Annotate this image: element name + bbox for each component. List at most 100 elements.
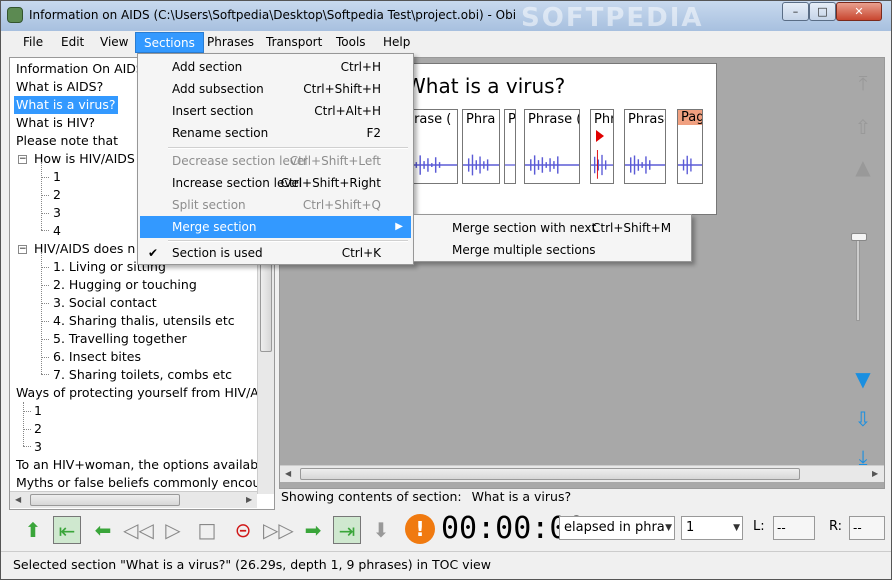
previous-section-icon[interactable]: ⬆ xyxy=(19,516,47,544)
menu-item-section-is-used[interactable]: ✔ Section is used Ctrl+K xyxy=(140,242,411,264)
toc-item[interactable]: 1 xyxy=(51,168,63,186)
toc-item[interactable]: Please note that xyxy=(14,132,120,150)
time-mode-select[interactable]: elapsed in phra ▼ xyxy=(559,516,675,540)
next-page-icon[interactable]: ➡ xyxy=(299,516,327,544)
toc-item[interactable]: Ways of protecting yourself from HIV/AID… xyxy=(14,384,274,402)
scroll-left-icon[interactable]: ◀ xyxy=(285,469,291,478)
toc-item[interactable]: What is AIDS? xyxy=(14,78,105,96)
toc-item[interactable]: 7. Sharing toilets, combs etc xyxy=(51,366,234,384)
page-phrase-block[interactable]: Pag xyxy=(677,109,703,184)
toc-item[interactable]: 2 xyxy=(32,420,44,438)
toc-item[interactable]: What is HIV? xyxy=(14,114,97,132)
toc-item-selected[interactable]: What is a virus? xyxy=(14,96,118,114)
window-title: Information on AIDS (C:\Users\Softpedia\… xyxy=(29,8,517,22)
toc-item[interactable]: 2 xyxy=(51,186,63,204)
scrollbar-thumb[interactable] xyxy=(300,468,800,480)
close-button[interactable]: ✕ xyxy=(836,2,882,21)
menu-item-rename-section[interactable]: Rename section F2 xyxy=(140,122,411,144)
strip-title[interactable]: What is a virus? xyxy=(406,74,565,98)
menu-item-merge-multiple[interactable]: Merge multiple sections xyxy=(416,239,689,261)
menu-item-increase-level[interactable]: Increase section level Ctrl+Shift+Right xyxy=(140,172,411,194)
l-field[interactable]: -- xyxy=(773,516,815,540)
menu-item-shortcut: Ctrl+Shift+Right xyxy=(280,176,381,190)
time-mode-value: elapsed in phra xyxy=(564,520,665,535)
maximize-button[interactable]: □ xyxy=(809,2,836,21)
menu-item-merge-section[interactable]: Merge section ▶ xyxy=(140,216,411,238)
minimize-button[interactable]: – xyxy=(782,2,809,21)
section-strip[interactable]: What is a virus? Phrase ( Phra P Phrase … xyxy=(389,63,717,215)
next-phrase-icon[interactable]: ⇥ xyxy=(333,516,361,544)
menu-item-shortcut: Ctrl+Alt+H xyxy=(314,104,381,118)
toc-item[interactable]: 6. Insect bites xyxy=(51,348,143,366)
toc-item[interactable]: Myths or false beliefs commonly encount xyxy=(14,474,274,492)
toc-item[interactable]: 5. Travelling together xyxy=(51,330,189,348)
menu-edit[interactable]: Edit xyxy=(53,32,92,53)
menu-view[interactable]: View xyxy=(92,32,136,53)
scrollbar-thumb[interactable] xyxy=(30,494,180,506)
toc-item[interactable]: 1 xyxy=(32,402,44,420)
menu-file[interactable]: File xyxy=(15,32,51,53)
arrow-down-icon[interactable]: ⇩ xyxy=(849,407,877,437)
zoom-in-icon[interactable]: ▲ xyxy=(849,155,877,185)
arrow-up-icon[interactable]: ⇧ xyxy=(849,115,877,145)
phrase-block[interactable]: P xyxy=(504,109,516,184)
toc-horizontal-scrollbar[interactable]: ◀ ▶ xyxy=(10,491,257,508)
step-select[interactable]: 1 ▼ xyxy=(681,516,743,540)
next-section-icon[interactable]: ⬇ xyxy=(367,516,395,544)
collapse-icon[interactable]: − xyxy=(18,155,27,164)
menu-help[interactable]: Help xyxy=(375,32,418,53)
record-icon[interactable]: ⊝ xyxy=(229,516,257,544)
go-to-top-icon[interactable]: ⤒ xyxy=(849,71,877,101)
rewind-icon[interactable]: ◁◁ xyxy=(123,516,154,544)
waveform-icon xyxy=(463,154,499,176)
content-horizontal-scrollbar[interactable]: ◀ ▶ xyxy=(280,465,884,482)
scroll-right-icon[interactable]: ▶ xyxy=(246,495,252,504)
menu-item-shortcut: Ctrl+K xyxy=(341,246,381,260)
toc-item[interactable]: Information On AIDS xyxy=(14,60,146,78)
menu-phrases[interactable]: Phrases xyxy=(199,32,262,53)
collapse-icon[interactable]: − xyxy=(18,245,27,254)
menu-sections[interactable]: Sections xyxy=(135,32,204,53)
menu-transport[interactable]: Transport xyxy=(258,32,330,53)
phrase-block[interactable]: Phra xyxy=(462,109,500,184)
zoom-slider-thumb[interactable] xyxy=(851,233,867,241)
menu-item-insert-section[interactable]: Insert section Ctrl+Alt+H xyxy=(140,100,411,122)
toc-item[interactable]: To an HIV+woman, the options available xyxy=(14,456,271,474)
menu-item-decrease-level[interactable]: Decrease section level Ctrl+Shift+Left xyxy=(140,150,411,172)
toc-item[interactable]: How is HIV/AIDS xyxy=(32,150,137,168)
scroll-right-icon[interactable]: ▶ xyxy=(872,469,878,478)
menu-item-shortcut: Ctrl+Shift+Q xyxy=(302,198,381,212)
submenu-arrow-icon: ▶ xyxy=(395,221,403,232)
previous-page-icon[interactable]: ⬅ xyxy=(89,516,117,544)
fast-forward-icon[interactable]: ▷▷ xyxy=(263,516,294,544)
phrase-block[interactable]: Phr xyxy=(590,109,614,184)
toc-item[interactable]: 4. Sharing thalis, utensils etc xyxy=(51,312,237,330)
r-field[interactable]: -- xyxy=(849,516,885,540)
scroll-left-icon[interactable]: ◀ xyxy=(15,495,21,504)
menu-item-split-section[interactable]: Split section Ctrl+Shift+Q xyxy=(140,194,411,216)
menu-item-shortcut: Ctrl+Shift+Left xyxy=(289,154,381,168)
zoom-out-icon[interactable]: ▼ xyxy=(849,367,877,397)
toc-item[interactable]: 3 xyxy=(51,204,63,222)
menu-tools[interactable]: Tools xyxy=(328,32,374,53)
phrase-block[interactable]: Phrase xyxy=(624,109,666,184)
alert-icon[interactable]: ! xyxy=(405,514,435,544)
toc-item[interactable]: 4 xyxy=(51,222,63,240)
phrase-block[interactable]: Phrase ( xyxy=(524,109,580,184)
toc-item[interactable]: 3 xyxy=(32,438,44,456)
menu-bar: File Edit View Sections Phrases Transpor… xyxy=(9,32,885,53)
stop-icon[interactable]: □ xyxy=(193,516,221,544)
menu-item-merge-with-next[interactable]: Merge section with next Ctrl+Shift+M xyxy=(416,217,689,239)
menu-item-add-section[interactable]: Add section Ctrl+H xyxy=(140,56,411,78)
menu-item-label: Add subsection xyxy=(172,82,264,96)
menu-item-add-subsection[interactable]: Add subsection Ctrl+Shift+H xyxy=(140,78,411,100)
previous-phrase-icon[interactable]: ⇤ xyxy=(53,516,81,544)
toc-item[interactable]: 2. Hugging or touching xyxy=(51,276,199,294)
menu-separator xyxy=(168,147,408,149)
play-icon[interactable]: ▷ xyxy=(159,516,187,544)
toc-item[interactable]: HIV/AIDS does n xyxy=(32,240,137,258)
toc-item[interactable]: 3. Social contact xyxy=(51,294,159,312)
showing-contents-label: Showing contents of section: What is a v… xyxy=(281,489,571,504)
menu-item-label: Decrease section level xyxy=(172,154,308,168)
zoom-slider-track[interactable] xyxy=(856,237,860,321)
